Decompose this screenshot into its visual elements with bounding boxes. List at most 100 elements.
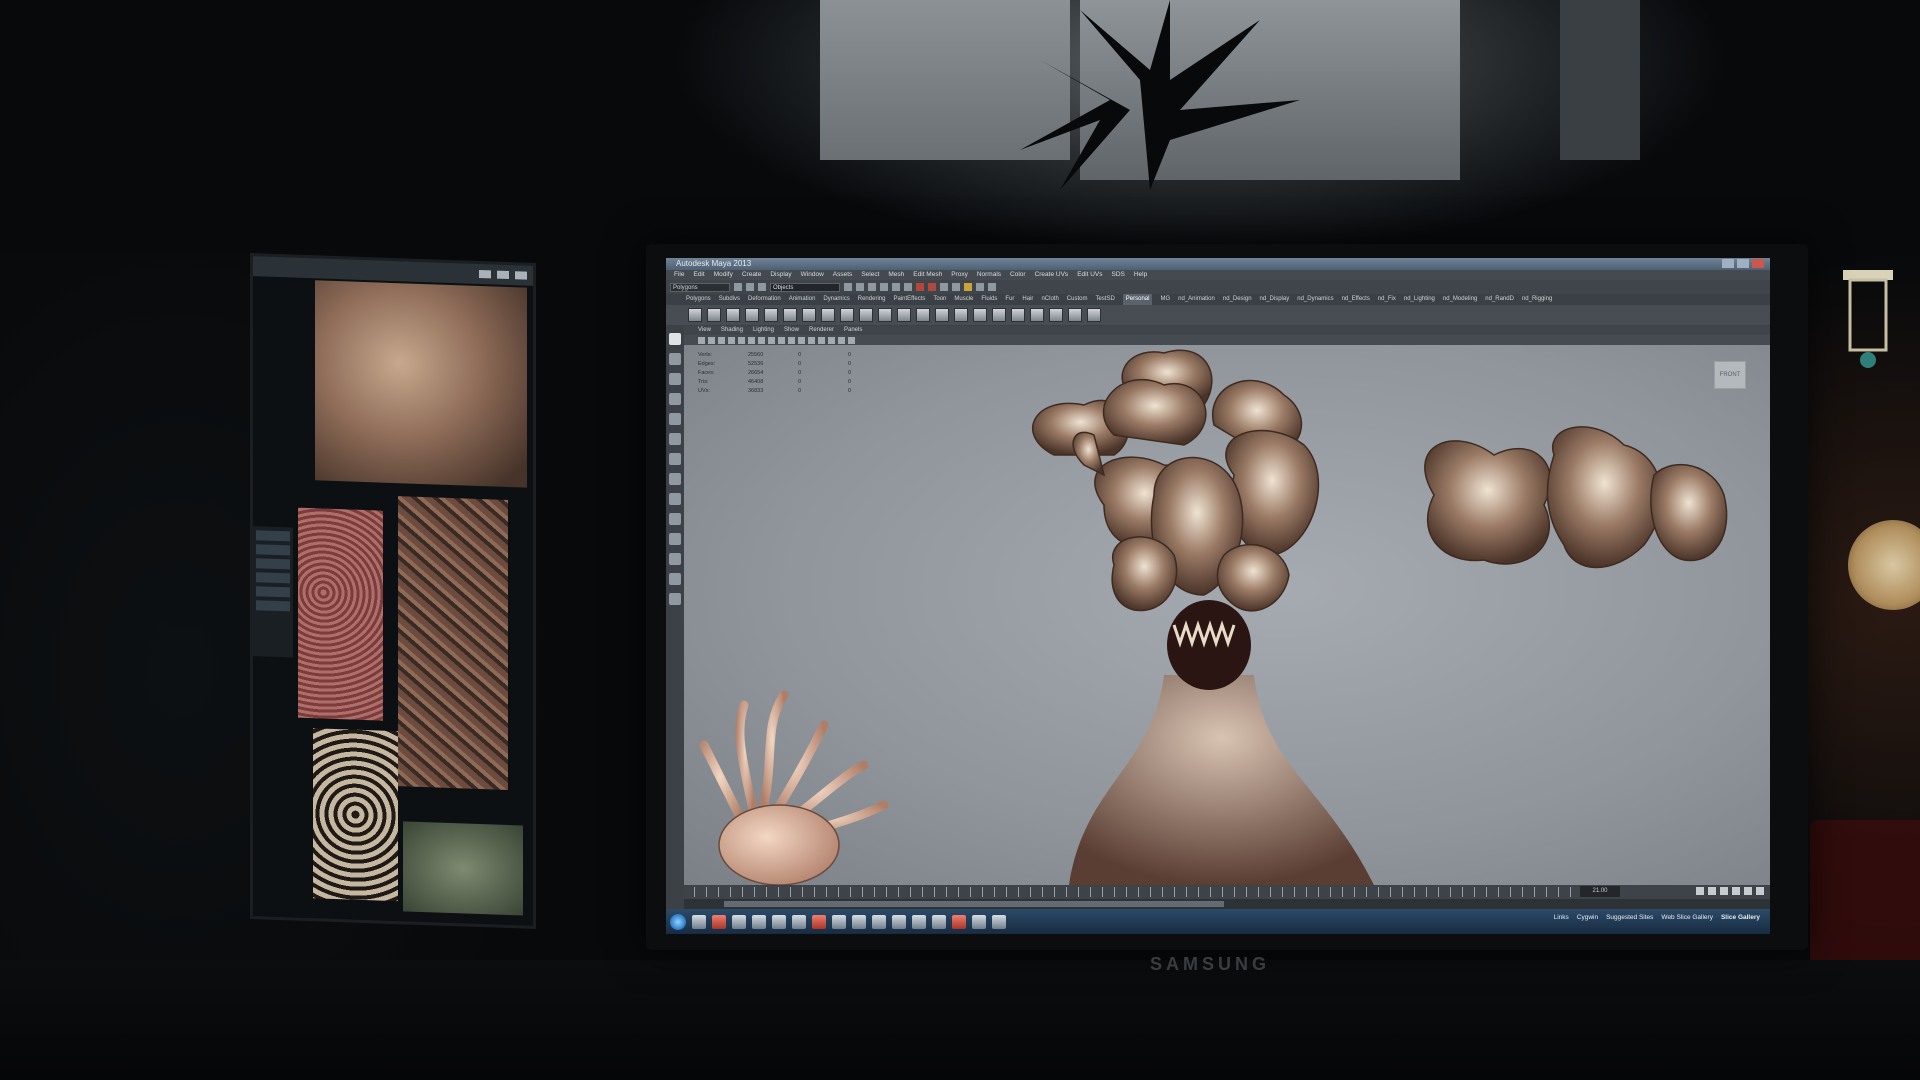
panel-menu-item[interactable]: Shading [721,326,743,335]
panel-menu-item[interactable]: Lighting [753,326,774,335]
save-scene-icon[interactable] [758,283,766,291]
layout-persp-outliner-icon[interactable] [669,533,681,545]
shelf-tab[interactable]: Dynamics [823,294,849,305]
shelf-tab[interactable]: Polygons [686,294,711,305]
shelf-tool-icon[interactable] [992,308,1006,322]
maximize-icon[interactable] [497,270,509,280]
shelf-tab[interactable]: Subdivs [719,294,740,305]
layout-single-icon[interactable] [669,493,681,505]
snap-grid-icon[interactable] [844,283,852,291]
start-button[interactable] [670,913,686,930]
shelf-tool-icon[interactable] [783,308,797,322]
new-scene-icon[interactable] [734,283,742,291]
resolution-gate-icon[interactable] [758,336,765,344]
menu-item[interactable]: Window [801,270,824,280]
fungus-reference-image[interactable] [315,280,527,488]
attribute-editor-icon[interactable] [976,283,984,291]
film-gate-icon[interactable] [748,336,755,344]
shelf-tool-icon[interactable] [764,308,778,322]
lasso-tool-icon[interactable] [669,353,681,365]
layout-hypershade-icon[interactable] [669,573,681,585]
play-backwards-icon[interactable] [1720,887,1728,895]
taskbar-app-icon[interactable] [792,914,806,929]
selection-mask-field[interactable]: Objects [770,282,840,292]
wireframe-icon[interactable] [778,336,785,344]
render-settings-icon[interactable] [940,283,948,291]
shelf-tab[interactable]: nCloth [1041,294,1058,305]
panel-menu-item[interactable]: Panels [844,326,862,335]
paint-select-tool-icon[interactable] [669,373,681,385]
shelf-tab[interactable]: nd_Rigging [1522,294,1552,305]
construction-icon[interactable] [904,283,912,291]
shelf-tab[interactable]: Rendering [858,294,886,305]
ipr-render-icon[interactable] [928,283,936,291]
layout-four-icon[interactable] [669,513,681,525]
menu-item[interactable]: Create UVs [1035,270,1069,280]
favorites-link[interactable]: Suggested Sites [1606,914,1653,921]
taskbar-app-icon[interactable] [952,914,966,929]
shelf-tab[interactable]: Fur [1005,294,1014,305]
taskbar-app-icon[interactable] [772,914,786,929]
current-frame-field[interactable]: 21.00 [1580,886,1620,897]
panel-menu-item[interactable]: Show [784,326,799,335]
textured-icon[interactable] [798,336,805,344]
close-icon[interactable] [1752,259,1764,268]
clicker-model[interactable] [684,345,1770,885]
3d-viewport[interactable]: Verts: 25560 0 0 Edges: 52536 0 0 Faces: 26654 0… [684,345,1770,885]
menu-item[interactable]: Color [1010,270,1026,280]
shelf-tool-icon[interactable] [726,308,740,322]
shelf-tool-icon[interactable] [878,308,892,322]
snap-surface-icon[interactable] [880,283,888,291]
time-slider[interactable]: 21.00 [684,885,1770,899]
shelf-tab[interactable]: PaintEffects [893,294,925,305]
shelf-tab[interactable]: nd_Effects [1342,294,1370,305]
shelf-tool-icon[interactable] [859,308,873,322]
favorites-link[interactable]: Web Slice Gallery [1661,914,1713,921]
taskbar-app-icon[interactable] [932,914,946,929]
taskbar-app-icon[interactable] [752,914,766,929]
hypershade-icon[interactable] [952,283,960,291]
minimize-icon[interactable] [1722,259,1734,268]
time-slider-ticks[interactable] [694,887,1600,897]
menu-item[interactable]: Select [861,270,879,280]
channel-box-icon[interactable] [988,283,996,291]
taskbar-app-icon[interactable] [832,914,846,929]
shelf-tool-icon[interactable] [1068,308,1082,322]
menu-item[interactable]: Help [1134,270,1147,280]
shelf-tab[interactable]: nd_Design [1223,294,1252,305]
snap-point-icon[interactable] [868,283,876,291]
last-tool-icon[interactable] [669,473,681,485]
shelf-tool-icon[interactable] [688,308,702,322]
menu-item[interactable]: Mesh [888,270,904,280]
manipulator-tool-icon[interactable] [669,453,681,465]
range-slider-bar[interactable] [724,901,1224,907]
shelf-tool-icon[interactable] [802,308,816,322]
menu-item[interactable]: File [674,270,684,280]
shelf-tool-icon[interactable] [935,308,949,322]
step-back-icon[interactable] [1708,887,1716,895]
go-to-start-icon[interactable] [1696,887,1704,895]
snap-curve-icon[interactable] [856,283,864,291]
shelf-tab[interactable]: Muscle [954,294,973,305]
menu-item[interactable]: Edit [693,270,704,280]
shadows-icon[interactable] [818,336,825,344]
shelf-tab[interactable]: Animation [789,294,816,305]
menu-item[interactable]: Modify [714,270,733,280]
shelf-tab[interactable]: Hair [1022,294,1033,305]
shelf-tab[interactable]: nd_Modeling [1443,294,1477,305]
shelf-tab[interactable]: nd_RandD [1485,294,1514,305]
taskbar-app-icon[interactable] [852,914,866,929]
shelf-tab[interactable]: MG [1160,294,1170,305]
mode-selector[interactable]: Polygons [670,282,730,292]
bark-texture-image[interactable] [398,496,508,791]
shelf-tool-icon[interactable] [1011,308,1025,322]
hud-icon[interactable] [848,336,855,344]
shelf-tool-icon[interactable] [821,308,835,322]
isolate-icon[interactable] [838,336,845,344]
xray-icon[interactable] [828,336,835,344]
panel-menu-item[interactable]: View [698,326,711,335]
shelf-tab[interactable]: nd_Dynamics [1297,294,1333,305]
shelf-tab[interactable]: nd_Lighting [1404,294,1435,305]
taskbar-app-icon[interactable] [712,914,726,929]
taskbar-app-icon[interactable] [992,914,1006,929]
